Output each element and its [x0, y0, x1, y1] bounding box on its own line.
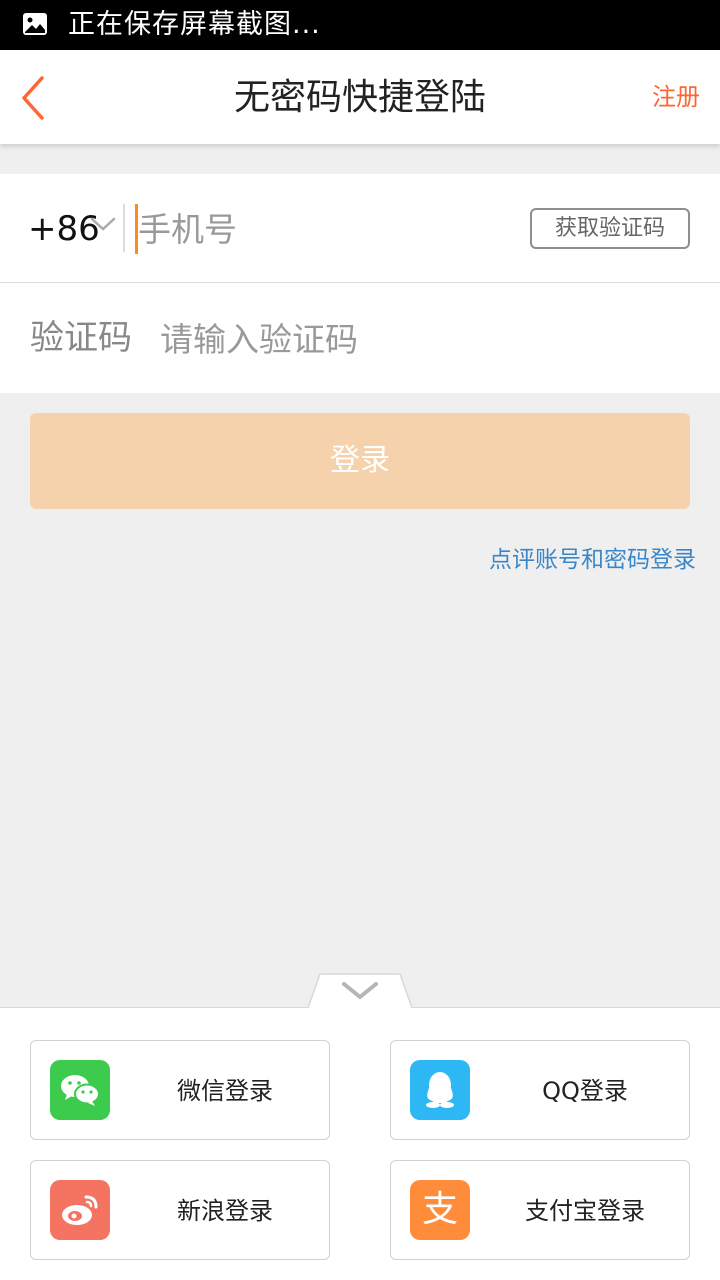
qq-login-button[interactable]: QQ登录: [390, 1040, 690, 1140]
code-label: 验证码: [30, 318, 132, 358]
page-title: 无密码快捷登陆: [233, 77, 486, 118]
collapse-tab[interactable]: [307, 973, 413, 1010]
back-button[interactable]: [14, 72, 58, 124]
chevron-down-icon[interactable]: [90, 216, 116, 232]
country-code-selector[interactable]: +86: [28, 208, 100, 250]
status-bar: 正在保存屏幕截图...: [0, 0, 720, 50]
status-text: 正在保存屏幕截图...: [68, 9, 321, 40]
alipay-login-label: 支付宝登录: [525, 1197, 645, 1225]
qq-login-label: QQ登录: [542, 1077, 628, 1105]
chevron-left-icon: [22, 76, 44, 120]
register-link[interactable]: 注册: [652, 80, 700, 114]
qq-icon: [410, 1060, 470, 1120]
login-button[interactable]: 登录: [30, 413, 690, 509]
verification-code-input[interactable]: [160, 314, 680, 364]
wechat-icon: [50, 1060, 110, 1120]
alipay-icon: 支: [410, 1180, 470, 1240]
collapse-tab-shape: [307, 973, 413, 1010]
weibo-login-label: 新浪登录: [177, 1197, 273, 1225]
weibo-login-button[interactable]: 新浪登录: [30, 1160, 330, 1260]
code-row: 验证码: [0, 284, 720, 393]
nav-bar: 无密码快捷登陆 注册: [0, 50, 720, 144]
password-login-link[interactable]: 点评账号和密码登录: [489, 544, 696, 576]
phone-input[interactable]: [138, 204, 508, 254]
divider: [123, 204, 125, 252]
login-form: +86 获取验证码 验证码: [0, 174, 720, 393]
phone-row: +86 获取验证码: [0, 174, 720, 283]
weibo-icon: [50, 1180, 110, 1240]
alipay-login-button[interactable]: 支 支付宝登录: [390, 1160, 690, 1260]
wechat-login-label: 微信登录: [177, 1077, 273, 1105]
screenshot-image-icon: [23, 13, 47, 35]
get-code-button[interactable]: 获取验证码: [530, 208, 690, 249]
wechat-login-button[interactable]: 微信登录: [30, 1040, 330, 1140]
